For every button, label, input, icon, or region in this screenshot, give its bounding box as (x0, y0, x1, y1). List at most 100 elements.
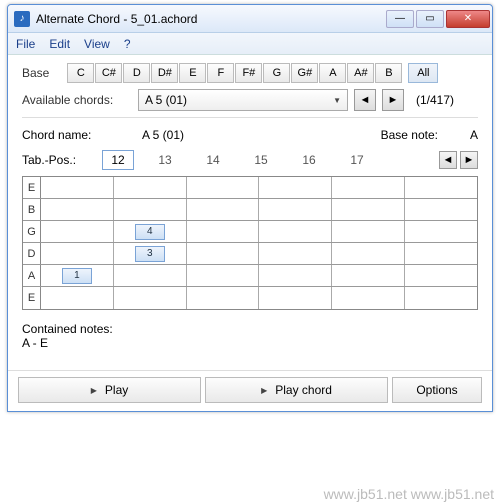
fret-cell[interactable] (332, 177, 405, 198)
tab-pos-label: Tab.-Pos.: (22, 153, 102, 167)
base-button-Csharp[interactable]: C# (95, 63, 122, 83)
fret-cell[interactable] (259, 177, 332, 198)
fret-cell[interactable] (41, 199, 114, 220)
string-row-G: G4 (23, 221, 477, 243)
chord-name-label: Chord name: (22, 128, 142, 142)
fret-cell[interactable] (41, 221, 114, 242)
string-label: D (23, 243, 41, 264)
string-row-A: A1 (23, 265, 477, 287)
play-icon: ▶ (261, 386, 267, 395)
base-button-Fsharp[interactable]: F# (235, 63, 262, 83)
fretboard[interactable]: EBG4D3A1E (22, 176, 478, 310)
fret-cell[interactable]: 3 (114, 243, 187, 264)
close-button[interactable]: ✕ (446, 10, 490, 28)
fret-cell[interactable] (187, 177, 260, 198)
fret-cell[interactable] (114, 177, 187, 198)
base-button-Gsharp[interactable]: G# (291, 63, 318, 83)
menu-view[interactable]: View (84, 37, 110, 51)
options-label: Options (416, 383, 457, 397)
finger-marker[interactable]: 1 (62, 268, 92, 284)
fret-cell[interactable] (405, 221, 477, 242)
prev-chord-button[interactable]: ◄ (354, 89, 376, 111)
string-label: E (23, 287, 41, 309)
fret-cell[interactable] (332, 221, 405, 242)
title-bar[interactable]: ♪ Alternate Chord - 5_01.achord — ▭ ✕ (8, 5, 492, 33)
fret-cell[interactable] (187, 221, 260, 242)
fret-cell[interactable] (114, 199, 187, 220)
options-button[interactable]: Options (392, 377, 482, 403)
base-button-G[interactable]: G (263, 63, 290, 83)
fret-cell[interactable] (405, 177, 477, 198)
chord-counter: (1/417) (416, 93, 454, 107)
chevron-down-icon: ▼ (333, 96, 341, 105)
base-button-F[interactable]: F (207, 63, 234, 83)
fret-cell[interactable] (332, 199, 405, 220)
finger-marker[interactable]: 3 (135, 246, 165, 262)
string-row-D: D3 (23, 243, 477, 265)
string-label: E (23, 177, 41, 198)
fret-cell[interactable] (332, 265, 405, 286)
fret-cell[interactable] (41, 287, 114, 309)
fret-cell[interactable]: 1 (41, 265, 114, 286)
string-label: A (23, 265, 41, 286)
arrow-left-icon: ◄ (360, 95, 371, 106)
fret-cell[interactable] (259, 199, 332, 220)
fret-cell[interactable] (332, 287, 405, 309)
fret-cell[interactable] (114, 265, 187, 286)
fret-label: 14 (192, 153, 234, 167)
fret-cell[interactable] (405, 265, 477, 286)
play-icon: ▶ (91, 386, 97, 395)
fret-cell[interactable] (187, 243, 260, 264)
available-chords-select[interactable]: A 5 (01) ▼ (138, 89, 348, 111)
menu-bar: File Edit View ? (8, 33, 492, 55)
fret-cell[interactable] (187, 199, 260, 220)
fret-cell[interactable] (259, 243, 332, 264)
fret-label: 15 (240, 153, 282, 167)
fret-cell[interactable] (259, 287, 332, 309)
base-button-Dsharp[interactable]: D# (151, 63, 178, 83)
base-button-E[interactable]: E (179, 63, 206, 83)
play-button[interactable]: ▶ Play (18, 377, 201, 403)
app-window: ♪ Alternate Chord - 5_01.achord — ▭ ✕ Fi… (7, 4, 493, 412)
arrow-left-icon: ◄ (443, 155, 454, 166)
minimize-button[interactable]: — (386, 10, 414, 28)
fret-cell[interactable] (332, 243, 405, 264)
play-chord-button[interactable]: ▶ Play chord (205, 377, 388, 403)
finger-marker[interactable]: 4 (135, 224, 165, 240)
fret-cell[interactable] (259, 265, 332, 286)
base-button-A[interactable]: A (319, 63, 346, 83)
fret-cell[interactable] (41, 177, 114, 198)
base-button-Asharp[interactable]: A# (347, 63, 374, 83)
base-note-value: A (438, 128, 478, 142)
fret-cell[interactable] (114, 287, 187, 309)
play-chord-label: Play chord (275, 383, 332, 397)
fret-cell[interactable] (259, 221, 332, 242)
contained-notes-value: A - E (22, 336, 478, 350)
tab-pos-input[interactable]: 12 (102, 150, 134, 170)
base-button-B[interactable]: B (375, 63, 402, 83)
base-button-C[interactable]: C (67, 63, 94, 83)
fret-cell[interactable]: 4 (114, 221, 187, 242)
menu-help[interactable]: ? (124, 37, 131, 51)
fret-label: 16 (288, 153, 330, 167)
base-button-D[interactable]: D (123, 63, 150, 83)
fret-cell[interactable] (41, 243, 114, 264)
arrow-right-icon: ► (388, 95, 399, 106)
maximize-button[interactable]: ▭ (416, 10, 444, 28)
fret-cell[interactable] (405, 199, 477, 220)
app-icon: ♪ (14, 11, 30, 27)
fret-cell[interactable] (405, 243, 477, 264)
fret-cell[interactable] (187, 287, 260, 309)
string-label: G (23, 221, 41, 242)
fret-cell[interactable] (405, 287, 477, 309)
base-note-buttons: CC#DD#EFF#GG#AA#B (67, 63, 402, 83)
string-row-B: B (23, 199, 477, 221)
fret-cell[interactable] (187, 265, 260, 286)
next-chord-button[interactable]: ► (382, 89, 404, 111)
menu-edit[interactable]: Edit (49, 37, 70, 51)
menu-file[interactable]: File (16, 37, 35, 51)
base-all-button[interactable]: All (408, 63, 438, 83)
tab-prev-button[interactable]: ◄ (439, 151, 457, 169)
play-label: Play (105, 383, 128, 397)
tab-next-button[interactable]: ► (460, 151, 478, 169)
